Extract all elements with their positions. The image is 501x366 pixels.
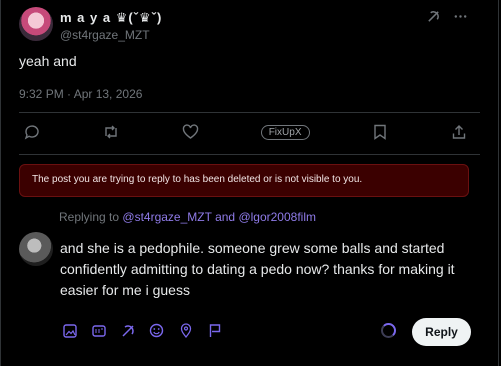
replying-prefix: Replying to: [59, 210, 120, 224]
gif-icon[interactable]: [90, 322, 107, 339]
location-icon[interactable]: [177, 322, 194, 339]
post-actions-bar: FixUpX: [23, 123, 468, 141]
like-icon[interactable]: [181, 123, 199, 141]
mention-link[interactable]: @lgor2008film: [238, 210, 316, 224]
comment-icon[interactable]: [23, 123, 41, 141]
reply-button[interactable]: Reply: [412, 318, 471, 346]
author-avatar[interactable]: [19, 7, 53, 41]
author-display-name[interactable]: m a y a ♛(ˇ♛ˇ): [60, 10, 162, 26]
replying-conjunction: and: [215, 210, 236, 224]
divider: [19, 154, 480, 155]
share-icon[interactable]: [450, 123, 468, 141]
grok-tool-icon[interactable]: [119, 322, 136, 339]
deleted-post-alert: The post you are trying to reply to has …: [19, 164, 469, 197]
bookmark-icon[interactable]: [371, 123, 389, 141]
char-count-ring: [381, 323, 396, 338]
reply-textarea[interactable]: and she is a pedophile. someone grew som…: [60, 238, 470, 301]
divider: [19, 112, 480, 113]
fixupx-button[interactable]: FixUpX: [260, 124, 310, 140]
author-handle[interactable]: @st4rgaze_MZT: [60, 28, 150, 42]
post-timestamp[interactable]: 9:32 PM · Apr 13, 2026: [19, 87, 142, 101]
post-text: yeah and: [19, 53, 77, 69]
post-frame: m a y a ♛(ˇ♛ˇ) @st4rgaze_MZT yeah and 9:…: [0, 0, 499, 366]
more-icon[interactable]: [453, 9, 468, 27]
retweet-icon[interactable]: [102, 123, 120, 141]
image-icon[interactable]: [61, 322, 78, 339]
user-avatar[interactable]: [19, 232, 53, 266]
post-header-actions: [426, 9, 468, 27]
replying-to: Replying to @st4rgaze_MZT and @lgor2008f…: [59, 210, 316, 224]
grok-icon[interactable]: [426, 9, 441, 27]
compose-toolbar: [61, 322, 223, 339]
emoji-icon[interactable]: [148, 322, 165, 339]
mention-link[interactable]: @st4rgaze_MZT: [122, 210, 211, 224]
flag-icon[interactable]: [206, 322, 223, 339]
